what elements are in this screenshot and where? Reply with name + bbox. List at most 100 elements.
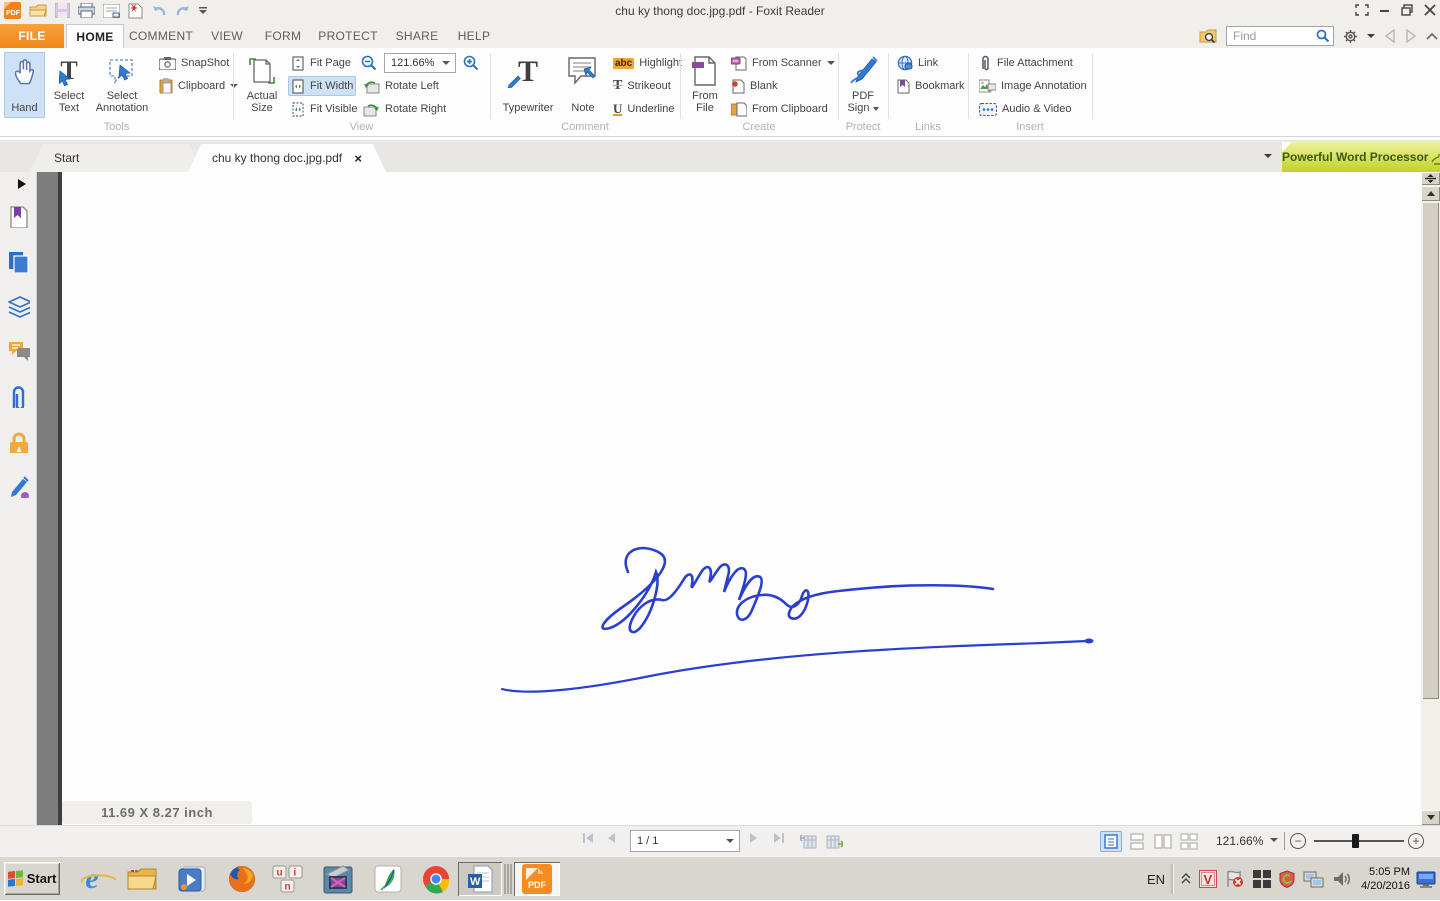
single-page-view-button[interactable]	[1100, 831, 1122, 852]
show-desktop-button[interactable]	[1416, 870, 1436, 888]
zoom-in-icon[interactable]	[463, 55, 479, 71]
file-attachment-button[interactable]: File Attachment	[976, 53, 1076, 73]
note-button[interactable]: Note	[562, 52, 604, 118]
chrome-icon[interactable]	[420, 863, 452, 895]
windows-update-tray-icon[interactable]	[1253, 870, 1271, 888]
audio-video-button[interactable]: Audio & Video	[976, 99, 1075, 119]
image-annotation-button[interactable]: Image Annotation	[976, 76, 1090, 96]
from-clipboard-button[interactable]: From Clipboard	[728, 99, 831, 119]
status-zoom-caret-icon[interactable]	[1270, 838, 1278, 842]
sidebar-expand-icon[interactable]	[16, 178, 38, 200]
start-tab[interactable]: Start	[30, 144, 202, 172]
fit-page-button[interactable]: Fit Page	[288, 53, 354, 73]
internet-explorer-icon[interactable]: e	[76, 863, 108, 895]
word-task-button[interactable]: W	[458, 862, 502, 896]
tab-protect[interactable]: PROTECT	[316, 24, 380, 48]
pdf-sign-label: PDF Sign	[842, 90, 884, 114]
highlight-button[interactable]: abc Highlight	[610, 53, 685, 73]
fit-visible-button[interactable]: Fit Visible	[288, 99, 360, 119]
from-scanner-button[interactable]: From Scanner	[728, 53, 838, 73]
attachments-panel-icon[interactable]	[8, 386, 30, 408]
pdf-sign-button[interactable]: PDF Sign	[842, 52, 884, 118]
tab-comment[interactable]: COMMENT	[128, 24, 194, 48]
search-icon[interactable]	[1316, 29, 1330, 43]
actual-size-button[interactable]: Actual Size	[240, 52, 284, 118]
security-panel-icon[interactable]	[8, 431, 30, 453]
status-zoom-value[interactable]: 121.66%	[1216, 834, 1263, 848]
strikeout-button[interactable]: T Strikeout	[610, 76, 674, 96]
comments-panel-icon[interactable]	[8, 341, 30, 363]
network-tray-icon[interactable]	[1303, 870, 1325, 888]
start-button[interactable]: Start	[4, 862, 60, 895]
fullscreen-icon[interactable]	[1355, 4, 1369, 16]
rotate-right-button[interactable]: Rotate Right	[360, 99, 449, 119]
gear-caret-icon[interactable]	[1367, 34, 1375, 38]
volume-tray-icon[interactable]	[1333, 871, 1351, 887]
rotate-left-button[interactable]: Rotate Left	[360, 76, 442, 96]
tab-file[interactable]: FILE	[0, 24, 64, 48]
underline-button[interactable]: U Underline	[610, 99, 677, 119]
fit-width-button[interactable]: Fit Width	[288, 76, 356, 96]
scroll-up-button[interactable]	[1421, 186, 1440, 201]
bookmark-button[interactable]: Bookmark	[894, 76, 968, 96]
search-folder-icon[interactable]	[1199, 29, 1217, 44]
select-annotation-button[interactable]: Select Annotation	[93, 52, 151, 118]
close-icon[interactable]	[1424, 4, 1436, 16]
underline-label: Underline	[627, 103, 674, 115]
promo-banner[interactable]: Powerful Word Processor	[1282, 142, 1440, 172]
layers-panel-icon[interactable]	[8, 296, 30, 318]
zoom-slider-handle[interactable]	[1352, 834, 1359, 848]
scanner-app-icon[interactable]	[322, 863, 354, 895]
tab-home[interactable]: HOME	[66, 24, 124, 48]
zoom-slider[interactable]	[1314, 840, 1404, 842]
hand-tool-button[interactable]: Hand	[4, 52, 45, 118]
zoom-combobox[interactable]: 121.66%	[384, 53, 456, 73]
zoom-in-button[interactable]: +	[1408, 833, 1424, 849]
scroll-down-button[interactable]	[1421, 810, 1440, 825]
zoom-out-icon[interactable]	[361, 55, 377, 71]
scrollbar-thumb[interactable]	[1422, 202, 1439, 699]
unikey-tray-icon[interactable]: V	[1199, 870, 1217, 888]
unikey-icon[interactable]: u i n	[272, 863, 304, 895]
tray-expand-chevron-icon[interactable]	[1181, 873, 1191, 885]
signatures-panel-icon[interactable]	[8, 476, 30, 498]
typewriter-button[interactable]: T Typewriter	[496, 52, 560, 118]
close-tab-icon[interactable]: ×	[354, 151, 362, 166]
snapshot-button[interactable]: SnapShot	[156, 53, 232, 73]
next-view-icon	[1405, 29, 1417, 43]
tab-list-caret-icon[interactable]	[1264, 154, 1272, 158]
clock[interactable]: 5:05 PM 4/20/2016	[1361, 865, 1410, 893]
zoom-value: 121.66%	[391, 57, 434, 69]
foxit-task-button[interactable]: PDF	[514, 862, 560, 896]
select-text-button[interactable]: T Select Text	[47, 52, 91, 118]
minimize-icon[interactable]	[1379, 4, 1391, 16]
from-file-button[interactable]: From File	[686, 52, 724, 118]
feather-app-icon[interactable]	[372, 863, 404, 895]
tab-share[interactable]: SHARE	[390, 24, 444, 48]
action-center-flag-icon[interactable]	[1225, 870, 1245, 888]
file-explorer-icon[interactable]	[126, 863, 158, 895]
language-indicator[interactable]: EN	[1147, 872, 1165, 887]
task-group-separator	[504, 864, 506, 894]
tab-form[interactable]: FORM	[258, 24, 308, 48]
zoom-out-button[interactable]: −	[1290, 833, 1306, 849]
collapse-ribbon-icon[interactable]	[1426, 32, 1438, 40]
pages-panel-icon[interactable]	[8, 251, 30, 273]
link-button[interactable]: Link	[894, 53, 941, 73]
scrollbar-splitter[interactable]	[1421, 172, 1440, 185]
pdf-page[interactable]: 11.69 X 8.27 inch	[62, 172, 1421, 825]
restore-icon[interactable]	[1401, 4, 1414, 16]
tab-help[interactable]: HELP	[450, 24, 498, 48]
page-indicator: 1 / 1	[637, 835, 658, 847]
clipboard-button[interactable]: Clipboard	[156, 76, 241, 96]
firefox-icon[interactable]	[226, 863, 258, 895]
gear-icon[interactable]	[1343, 29, 1358, 44]
document-tab[interactable]: chu ky thong doc.jpg.pdf ×	[188, 144, 386, 172]
vertical-scrollbar[interactable]	[1421, 172, 1440, 825]
bookmarks-panel-icon[interactable]	[8, 206, 30, 228]
security-shield-tray-icon[interactable]	[1279, 870, 1295, 888]
tab-view[interactable]: VIEW	[202, 24, 252, 48]
media-player-icon[interactable]	[176, 863, 208, 895]
page-number-combobox[interactable]: 1 / 1	[630, 830, 740, 852]
blank-button[interactable]: Blank	[728, 76, 781, 96]
